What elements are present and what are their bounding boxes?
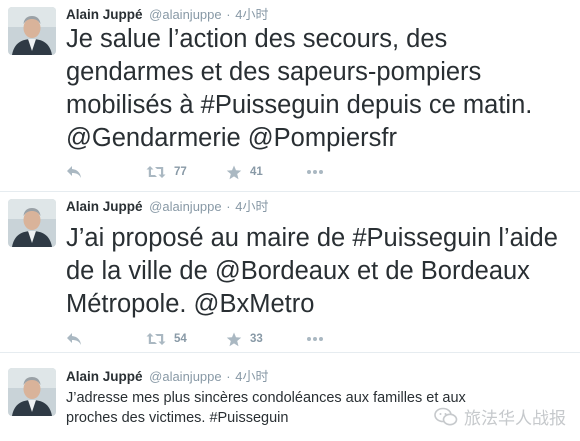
favorite-button[interactable]: 41 [226,162,263,182]
more-button[interactable] [306,329,324,349]
star-icon [226,332,242,346]
reply-button[interactable] [66,162,82,182]
author-handle[interactable]: @alainjuppe [149,7,221,22]
tweet-text-line: @Gendarmerie @Pompiersfr [66,124,397,152]
separator-dot: · [226,199,231,214]
author-handle[interactable]: @alainjuppe [149,199,221,214]
tweet-text-line: gendarmes et des sapeurs-pompiers [66,58,482,86]
tweet-text-line: Je salue l’action des secours, des [66,25,448,53]
avatar[interactable] [8,199,56,247]
author-name[interactable]: Alain Juppé [66,369,143,384]
retweet-icon [146,166,166,178]
avatar[interactable] [8,368,56,416]
favorite-count: 41 [250,166,263,178]
author-name[interactable]: Alain Juppé [66,199,143,214]
author-handle[interactable]: @alainjuppe [149,369,221,384]
retweet-button[interactable]: 54 [146,329,187,349]
tweet-text-line: de la ville de @Bordeaux et de Bordeaux [66,257,530,285]
tweet-timestamp[interactable]: 4小时 [235,369,268,384]
tweet: Alain Juppé @alainjuppe · 4小时 Je salue l… [0,0,580,191]
more-icon [307,170,323,174]
tweet-actions: 77 41 [66,162,346,182]
tweet-actions: 54 33 [66,329,346,349]
tweet-header: Alain Juppé @alainjuppe · 4小时 [66,6,268,24]
avatar[interactable] [8,7,56,55]
avatar-image-icon [8,368,56,416]
retweet-icon [146,333,166,345]
avatar-image-icon [8,7,56,55]
star-icon [226,165,242,179]
more-button[interactable] [306,162,324,182]
reply-icon [67,166,81,178]
tweet-text-line: Métropole. @BxMetro [66,290,315,318]
favorite-count: 33 [250,333,263,345]
reply-icon [67,333,81,345]
avatar-image-icon [8,199,56,247]
retweet-button[interactable]: 77 [146,162,187,182]
tweet-feed: Alain Juppé @alainjuppe · 4小时 Je salue l… [0,0,580,441]
wechat-logo-icon [434,407,458,425]
tweet-text: Je salue l’action des secours, des genda… [66,23,566,155]
more-icon [307,337,323,341]
retweet-count: 77 [174,166,187,178]
retweet-count: 54 [174,333,187,345]
separator-dot: · [226,369,231,384]
favorite-button[interactable]: 33 [226,329,263,349]
tweet-timestamp[interactable]: 4小时 [235,199,268,214]
tweet-text-line: J’ai proposé au maire de #Puisseguin l’a… [66,224,558,252]
author-name[interactable]: Alain Juppé [66,7,143,22]
tweet-text: J’ai proposé au maire de #Puisseguin l’a… [66,222,566,321]
separator-dot: · [226,7,231,22]
watermark-text: 旅法华人战报 [464,409,566,428]
watermark: 旅法华人战报 [434,404,566,429]
tweet-timestamp[interactable]: 4小时 [235,7,268,22]
tweet-header: Alain Juppé @alainjuppe · 4小时 [66,368,268,386]
tweet: Alain Juppé @alainjuppe · 4小时 J’ai propo… [0,192,580,352]
tweet-text-line: mobilisés à #Puisseguin depuis ce matin. [66,91,533,119]
reply-button[interactable] [66,329,82,349]
tweet-header: Alain Juppé @alainjuppe · 4小时 [66,198,268,216]
